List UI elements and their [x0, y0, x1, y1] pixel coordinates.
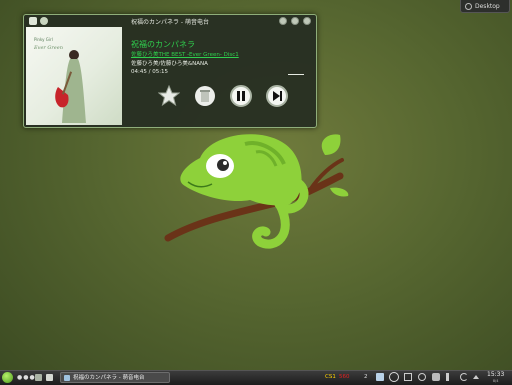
window-title: 祝福のカンパネラ - 萌音电台 — [131, 19, 209, 26]
circle-tray-icon[interactable] — [389, 372, 399, 382]
cpu-monitor-label: CS1 — [325, 374, 336, 380]
bluetooth-tray-icon[interactable] — [418, 373, 426, 381]
music-player-window[interactable]: 祝福のカンパネラ - 萌音电台 Pinky Girl Ever Green 祝福… — [23, 14, 317, 128]
artist-name: 佐藤ひろ美/佐藤ひろ美&NANA — [131, 61, 208, 67]
updates-tray-icon[interactable] — [432, 373, 440, 381]
volume-tray-icon[interactable] — [446, 373, 454, 381]
minimize-icon[interactable] — [279, 17, 287, 25]
time-readout: 04:45 / 05:15 — [131, 69, 169, 75]
network-tray-icon[interactable] — [404, 373, 412, 381]
clock[interactable]: 15:33 8/4 — [487, 371, 504, 385]
taskbar-item-player[interactable]: 祝福のカンパネラ - 萌音电台 — [60, 372, 170, 383]
maximize-icon[interactable] — [291, 17, 299, 25]
wallpaper-chameleon — [164, 134, 349, 249]
clock-time: 15:33 — [487, 371, 505, 378]
player-app-icon — [64, 375, 70, 381]
show-desktop-icon[interactable] — [46, 374, 53, 381]
taskbar: ●●● 祝福のカンパネラ - 萌音电台 CS1 560 2 15:33 8/4 — [0, 370, 512, 385]
workspace-indicator[interactable]: 2 — [364, 374, 368, 380]
album-cover: Pinky Girl Ever Green — [26, 27, 122, 125]
desktop-button[interactable]: Desktop — [460, 0, 510, 13]
taskbar-item-label: 祝福のカンパネラ - 萌音电台 — [73, 375, 145, 381]
close-icon[interactable] — [303, 17, 311, 25]
player-tray-icon[interactable] — [376, 373, 384, 381]
next-button[interactable] — [266, 85, 288, 107]
cpu-monitor-value: 560 — [339, 374, 350, 380]
file-manager-icon[interactable] — [35, 374, 42, 381]
launcher-dots[interactable]: ●●● — [17, 374, 36, 381]
sync-tray-icon[interactable] — [460, 373, 468, 381]
start-menu-icon[interactable] — [2, 372, 13, 383]
title-bar[interactable]: 祝福のカンパネラ - 萌音电台 — [24, 15, 316, 27]
favorite-icon[interactable] — [158, 85, 180, 107]
album-link[interactable]: 佐藤ひろ美THE BEST -Ever Green- Disc1 — [131, 50, 239, 58]
track-title: 祝福のカンパネラ — [131, 40, 195, 49]
pause-button[interactable] — [230, 85, 252, 107]
desktop-button-label: Desktop — [475, 3, 500, 10]
next-icon — [273, 91, 282, 101]
pause-icon — [237, 91, 245, 101]
tray-arrow-icon[interactable] — [473, 375, 479, 379]
trash-icon[interactable] — [194, 85, 216, 107]
desktop-icon — [465, 3, 472, 10]
progress-bar[interactable] — [288, 74, 304, 75]
